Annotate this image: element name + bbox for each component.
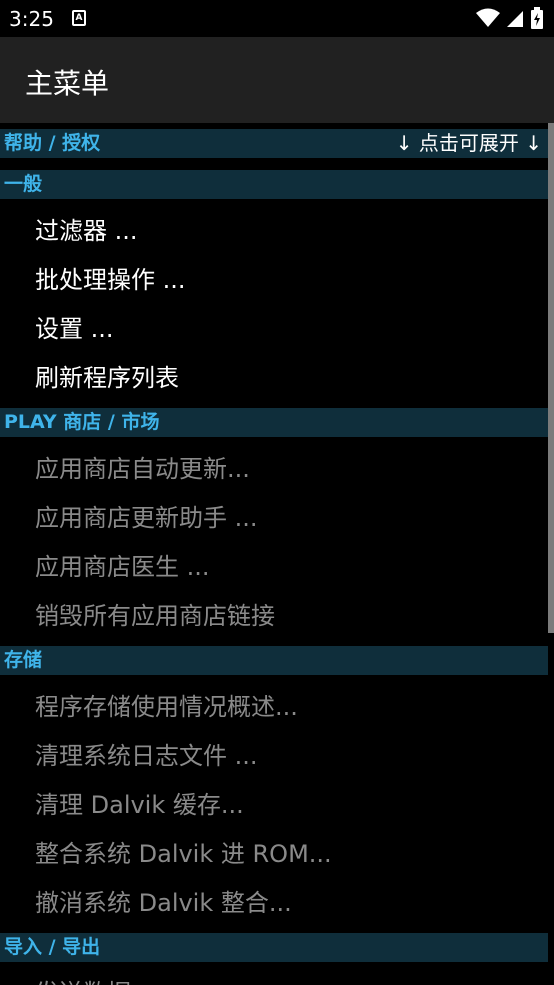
section-title: 导入 / 导出 [4, 936, 101, 958]
menu-item-undo-dalvik-integration[interactable]: 撤消系统 Dalvik 整合... [0, 879, 548, 928]
status-time: 3:25 [9, 7, 54, 31]
section-header-storage: 存储 [0, 646, 548, 675]
menu-item-send-data[interactable]: 发送数据 [0, 969, 548, 985]
menu-item-integrate-dalvik-rom[interactable]: 整合系统 Dalvik 进 ROM... [0, 830, 548, 879]
section-header-general: 一般 [0, 170, 548, 199]
section-header-play-store: PLAY 商店 / 市场 [0, 408, 548, 437]
menu-item-store-update-helper[interactable]: 应用商店更新助手 ... [0, 494, 548, 543]
menu-item-settings[interactable]: 设置 ... [0, 305, 548, 354]
menu-item-batch-operations[interactable]: 批处理操作 ... [0, 256, 548, 305]
scrollbar[interactable] [548, 123, 554, 633]
menu-item-store-doctor[interactable]: 应用商店医生 ... [0, 543, 548, 592]
menu-item-refresh-app-list[interactable]: 刷新程序列表 [0, 354, 548, 403]
status-bar: 3:25 A [0, 0, 554, 37]
section-title: PLAY 商店 / 市场 [4, 411, 160, 433]
notification-icon: A [72, 10, 86, 26]
status-icons [475, 7, 544, 31]
wifi-icon [475, 8, 500, 27]
section-title: 存储 [4, 649, 43, 671]
expand-hint: ↓ 点击可展开 ↓ [395, 131, 542, 155]
menu-item-clean-system-logs[interactable]: 清理系统日志文件 ... [0, 732, 548, 781]
menu-item-clean-dalvik-cache[interactable]: 清理 Dalvik 缓存... [0, 781, 548, 830]
section-header-help[interactable]: 帮助 / 授权 ↓ 点击可展开 ↓ [0, 129, 548, 158]
page-title: 主菜单 [25, 67, 110, 100]
battery-icon [531, 7, 543, 29]
section-title: 一般 [4, 173, 43, 195]
menu-item-store-auto-update[interactable]: 应用商店自动更新... [0, 445, 548, 494]
section-title: 帮助 / 授权 [4, 132, 101, 154]
main-menu-list[interactable]: 帮助 / 授权 ↓ 点击可展开 ↓ 一般 过滤器 ... 批处理操作 ... 设… [0, 123, 554, 985]
cell-signal-icon [506, 11, 523, 27]
menu-item-destroy-store-links[interactable]: 销毁所有应用商店链接 [0, 592, 548, 641]
section-header-import-export: 导入 / 导出 [0, 933, 548, 962]
app-bar: 主菜单 [0, 37, 554, 123]
menu-item-filter[interactable]: 过滤器 ... [0, 207, 548, 256]
menu-item-storage-overview[interactable]: 程序存储使用情况概述... [0, 683, 548, 732]
